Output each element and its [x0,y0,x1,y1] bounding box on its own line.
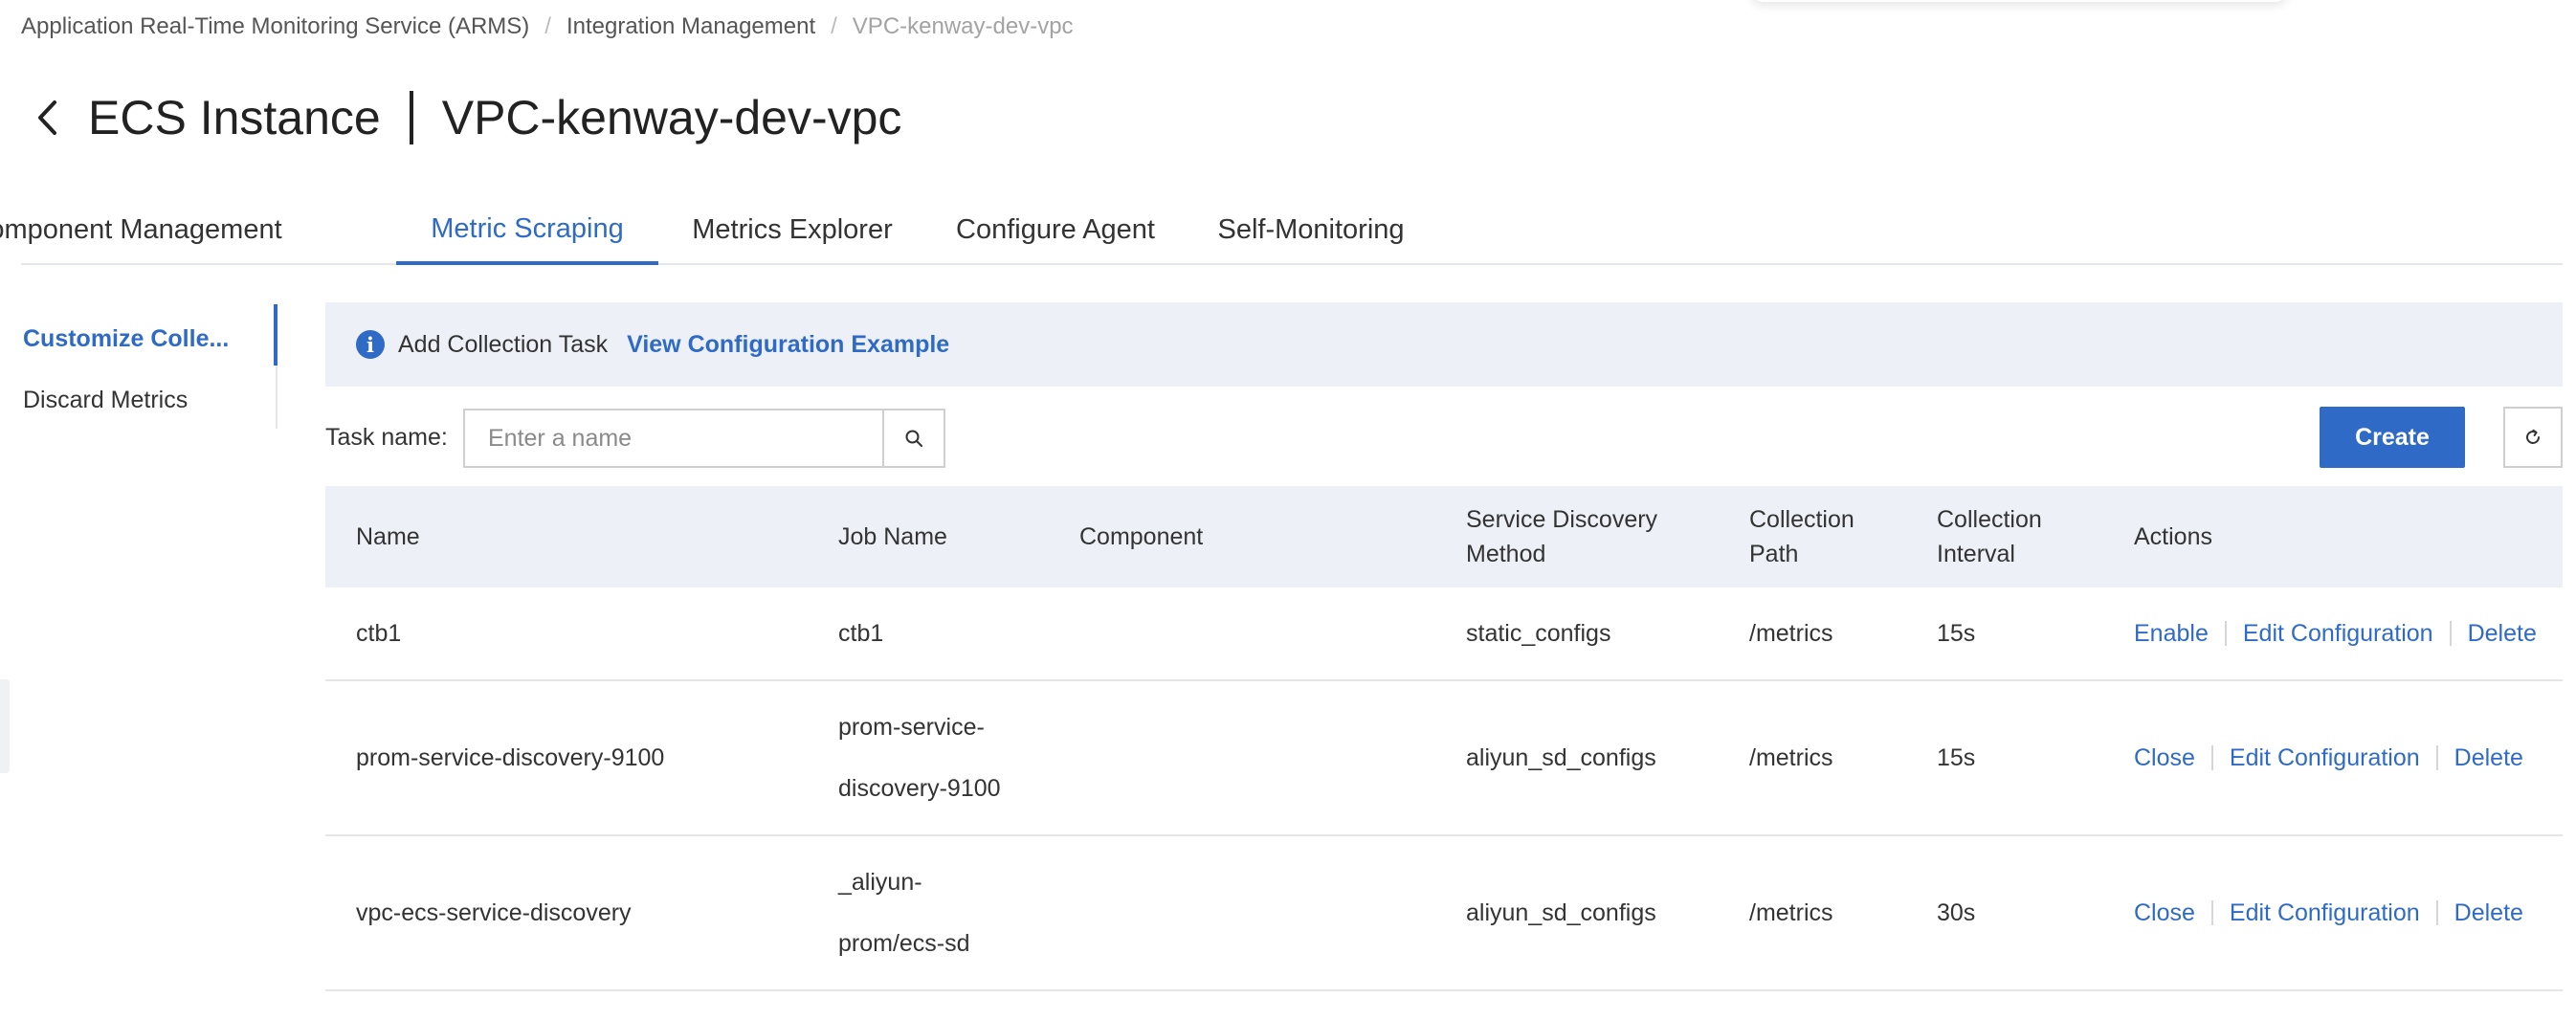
task-name-label: Task name: [325,424,448,451]
cell-collection-interval: 30s [1937,899,1976,926]
column-header-path-line2: Path [1749,541,1799,567]
cell-job-name-line: ctb1 [838,620,884,647]
cell-job-name: prom-service- discovery-9100 [838,681,1001,834]
action-separator [2210,745,2213,770]
action-separator [2435,900,2438,925]
action-separator [2435,745,2438,770]
tab-metric-scraping[interactable]: Metric Scraping [396,196,658,265]
delete-link[interactable]: Delete [2468,620,2537,648]
edit-configuration-link[interactable]: Edit Configuration [2243,620,2433,648]
column-header-job-name: Job Name [838,523,947,550]
column-header-name: Name [356,523,420,550]
info-icon: i [356,330,385,359]
info-bar: i Add Collection Task View Configuration… [325,302,2563,387]
search-icon [905,430,922,447]
cell-name: ctb1 [356,620,402,647]
row-actions: Close Edit Configuration Delete [2134,836,2523,989]
breadcrumb-separator: / [544,13,551,39]
delete-link[interactable]: Delete [2454,744,2523,772]
page-header: ECS Instance VPC-kenway-dev-vpc [29,84,901,151]
cell-job-name-line: prom-service- [838,714,985,741]
close-link[interactable]: Close [2134,744,2195,772]
table-row: ctb1 ctb1 static_configs /metrics 15s En… [325,588,2563,681]
column-header-interval-line2: Interval [1937,541,2015,567]
tab-configure-agent[interactable]: Configure Agent [955,196,1156,263]
create-button[interactable]: Create [2320,407,2465,468]
action-separator [2449,621,2452,646]
top-popover-edge [1751,0,2287,2]
action-separator [2210,900,2213,925]
refresh-button[interactable] [2503,407,2563,468]
task-name-input[interactable] [465,410,882,466]
cell-job-name-line: discovery-9100 [838,775,1001,802]
breadcrumb-current: VPC-kenway-dev-vpc [852,13,1074,39]
cell-job-name: _aliyun- prom/ecs-sd [838,836,970,989]
cell-collection-interval: 15s [1937,620,1976,647]
cell-sd-method: aliyun_sd_configs [1466,744,1656,771]
row-actions: Enable Edit Configuration Delete [2134,588,2537,679]
breadcrumb-separator: / [831,13,837,39]
tab-bar: Component Management Metric Scraping Met… [0,196,2563,265]
cell-job-name-line: _aliyun- [838,869,922,896]
cell-collection-path: /metrics [1749,620,1833,647]
column-header-component: Component [1079,523,1204,550]
collapsed-panel-handle[interactable] [0,679,10,773]
cell-job-name: ctb1 [838,588,883,679]
cell-collection-interval: 15s [1937,744,1976,771]
tab-self-monitoring[interactable]: Self-Monitoring [1215,196,1407,263]
table-row: prom-service-discovery-9100 prom-service… [325,681,2563,836]
row-actions: Close Edit Configuration Delete [2134,681,2523,834]
table-header: Name Job Name Component Service Discover… [325,486,2563,588]
breadcrumb-item-integration[interactable]: Integration Management [566,13,815,40]
side-nav: Customize Colle... Discard Metrics [0,304,278,429]
chevron-left-icon [38,100,56,135]
edit-configuration-link[interactable]: Edit Configuration [2230,899,2420,927]
column-header-sd-line1: Service Discovery [1466,506,1658,533]
cell-name: prom-service-discovery-9100 [356,744,665,771]
column-header-path-line1: Collection [1749,506,1854,533]
breadcrumb: Application Real-Time Monitoring Service… [21,13,1074,40]
column-header-interval-line1: Collection [1937,506,2042,533]
cell-collection-path: /metrics [1749,899,1833,926]
edit-configuration-link[interactable]: Edit Configuration [2230,744,2420,772]
column-header-collection-interval: Collection Interval [1937,486,2042,588]
side-nav-item-discard-metrics[interactable]: Discard Metrics [23,387,188,414]
page-subtitle: VPC-kenway-dev-vpc [441,91,902,144]
collection-task-table: Name Job Name Component Service Discover… [325,486,2563,991]
side-nav-item-customize-collection[interactable]: Customize Colle... [23,325,229,353]
tab-component-management[interactable]: Component Management [0,196,282,263]
task-name-search [463,409,945,468]
cell-sd-method: static_configs [1466,620,1611,647]
action-separator [2224,621,2227,646]
title-divider [409,91,413,144]
close-link[interactable]: Close [2134,899,2195,927]
breadcrumb-item-arms[interactable]: Application Real-Time Monitoring Service… [21,13,529,40]
delete-link[interactable]: Delete [2454,899,2523,927]
search-button[interactable] [882,410,944,466]
column-header-sd-line2: Method [1466,541,1546,567]
view-configuration-example-link[interactable]: View Configuration Example [627,331,949,359]
refresh-icon [2526,429,2540,444]
enable-link[interactable]: Enable [2134,620,2209,648]
page-title: ECS Instance [88,91,381,144]
back-button[interactable] [29,99,67,137]
column-header-collection-path: Collection Path [1749,486,1854,588]
info-text: Add Collection Task [398,330,609,358]
cell-job-name-line: prom/ecs-sd [838,930,970,957]
cell-collection-path: /metrics [1749,744,1833,771]
table-row: vpc-ecs-service-discovery _aliyun- prom/… [325,836,2563,991]
column-header-actions: Actions [2134,523,2212,550]
column-header-service-discovery: Service Discovery Method [1466,486,1657,588]
cell-name: vpc-ecs-service-discovery [356,899,632,926]
cell-sd-method: aliyun_sd_configs [1466,899,1656,926]
tab-metrics-explorer[interactable]: Metrics Explorer [691,196,894,263]
side-nav-active-indicator [274,304,278,366]
